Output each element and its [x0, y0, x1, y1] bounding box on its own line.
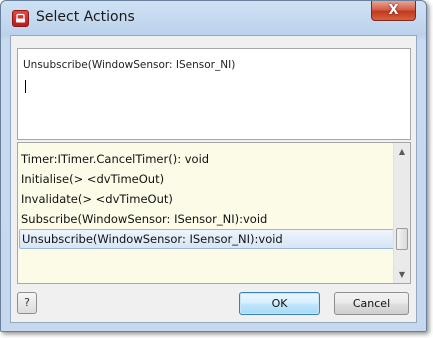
action-text-value: Unsubscribe(WindowSensor: ISensor_NI): [23, 59, 236, 71]
ok-button[interactable]: OK: [239, 292, 320, 315]
scroll-up-arrow-icon[interactable]: ▲: [394, 143, 410, 160]
app-logo-icon: [12, 10, 29, 27]
list-item[interactable]: Initialise(> <dvTimeOut): [18, 169, 399, 189]
scrollbar-thumb[interactable]: [396, 228, 408, 250]
actions-list[interactable]: Timer:ITimer.CancelTimer(): void Initiali…: [17, 142, 411, 284]
list-item[interactable]: Timer:ITimer.CancelTimer(): void: [18, 149, 399, 169]
actions-list-items: Timer:ITimer.CancelTimer(): void Initiali…: [18, 149, 399, 249]
list-item[interactable]: Subscribe(WindowSensor: ISensor_NI):void: [18, 209, 399, 229]
list-item[interactable]: Unsubscribe(WindowSensor: ISensor_NI):vo…: [19, 229, 398, 249]
text-caret: [25, 80, 26, 93]
vertical-scrollbar[interactable]: ▲ ▼: [393, 143, 410, 283]
cancel-button[interactable]: Cancel: [334, 292, 409, 315]
title-bar[interactable]: Select Actions X: [1, 1, 426, 35]
action-text-editor[interactable]: Unsubscribe(WindowSensor: ISensor_NI): [17, 48, 411, 140]
close-icon: X: [388, 3, 399, 18]
scroll-down-arrow-icon[interactable]: ▼: [394, 266, 410, 283]
help-button[interactable]: ?: [17, 292, 37, 314]
window-title: Select Actions: [36, 9, 135, 25]
select-actions-dialog: Select Actions X Unsubscribe(WindowSenso…: [0, 0, 427, 332]
list-item[interactable]: Invalidate(> <dvTimeOut): [18, 189, 399, 209]
dialog-client-area: Unsubscribe(WindowSensor: ISensor_NI) Ti…: [10, 35, 417, 323]
close-button[interactable]: X: [371, 1, 416, 21]
